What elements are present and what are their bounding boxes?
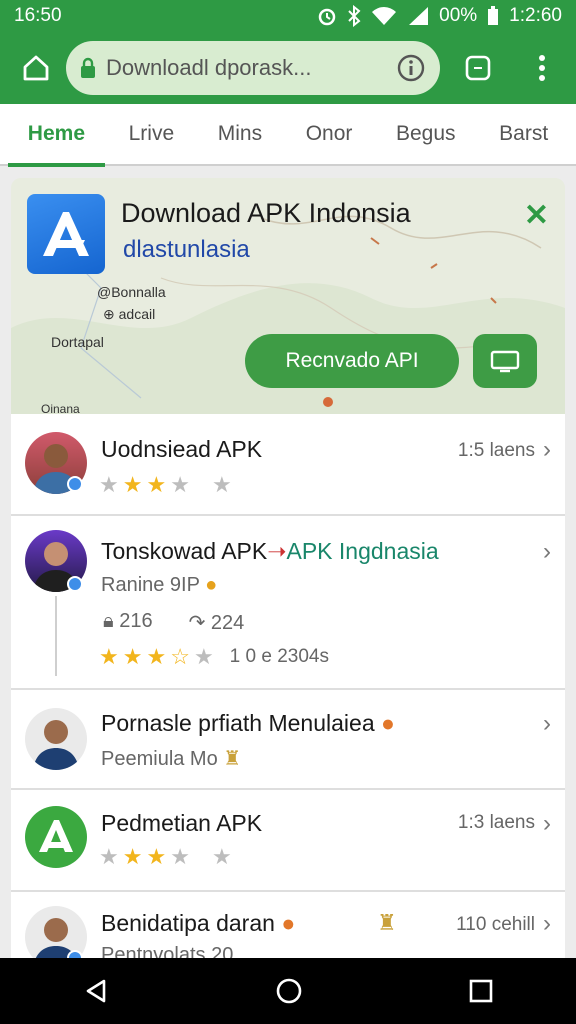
primary-action-button[interactable]: Recnvado API bbox=[245, 334, 459, 388]
close-icon[interactable]: ✕ bbox=[524, 198, 549, 233]
back-icon[interactable] bbox=[82, 977, 110, 1005]
item-stats: 🔒︎ 216 ↷ 224 bbox=[103, 610, 244, 635]
map-label-text: adcail bbox=[118, 306, 156, 322]
chevron-right-icon: › bbox=[543, 538, 551, 565]
arrow-icon: ➝ bbox=[267, 538, 287, 564]
tab-3[interactable]: Onor bbox=[300, 108, 359, 160]
map-label: Dortapal bbox=[51, 334, 104, 350]
item-meta: 110 cehill bbox=[456, 914, 535, 935]
tab-5[interactable]: Barst bbox=[493, 108, 554, 160]
app-icon bbox=[25, 806, 87, 868]
tab-2[interactable]: Mins bbox=[212, 108, 268, 160]
item-title: Uodnsiead APK bbox=[101, 436, 263, 462]
rating-text: 1 0 e 2304s bbox=[229, 646, 329, 667]
item-title: Pedmetian APK bbox=[101, 810, 263, 836]
tab-0[interactable]: Heme bbox=[7, 108, 106, 167]
list-item[interactable]: Tonskowad APK➝APK Ingdnasia Ranine 9IP ●… bbox=[11, 516, 565, 690]
item-meta: 1:5 laens bbox=[457, 440, 535, 461]
app-logo-icon bbox=[27, 194, 105, 274]
url-text: Downloadl dporask... bbox=[106, 55, 312, 80]
card-subtitle[interactable]: dlastunlasia bbox=[123, 236, 250, 264]
map-label: @Bonnalla bbox=[97, 284, 166, 300]
card-title: Download APK Indonsia bbox=[121, 198, 411, 228]
item-subtitle: Ranine 9IP ● bbox=[101, 574, 217, 597]
list-item[interactable]: Pedmetian APK ★ ★ ★ ★ ★ 1:3 laens › bbox=[11, 790, 565, 892]
stat-downloads: 🔒︎ 216 bbox=[103, 610, 153, 635]
bluetooth-icon bbox=[348, 5, 361, 27]
verified-badge-icon bbox=[67, 576, 83, 592]
emoji-icon: ● bbox=[381, 710, 395, 736]
emoji-icon: ● bbox=[205, 574, 218, 596]
share-icon: ↷ bbox=[188, 612, 211, 634]
url-field[interactable]: Downloadl dporask... bbox=[66, 41, 440, 95]
signal-icon bbox=[409, 7, 429, 25]
stat-shares: ↷ 224 bbox=[189, 610, 245, 635]
list-item[interactable]: Pornasle prfiath Menulaiea ● Peemiula Mo… bbox=[11, 690, 565, 790]
status-bar: 16:50 00% 1:2:60 bbox=[0, 0, 576, 32]
app-list: Uodnsiead APK ★ ★ ★ ★ ★ 1:5 laens › Tonskowa… bbox=[11, 414, 565, 958]
item-title-main: Tonskowad APK bbox=[101, 538, 268, 564]
cast-button[interactable] bbox=[473, 334, 537, 388]
trophy-icon: ♜ bbox=[223, 748, 242, 770]
item-title-accent: APK Ingdnasia bbox=[286, 538, 439, 564]
chevron-right-icon: › bbox=[543, 910, 551, 937]
alarm-icon bbox=[318, 8, 336, 26]
item-subtitle: Pentnvolats 20 bbox=[101, 944, 234, 958]
item-subtitle-text: Peemiula Mo bbox=[101, 748, 218, 770]
item-title-text: Pornasle prfiath Menulaiea bbox=[101, 710, 375, 736]
browser-toolbar: Downloadl dporask... bbox=[0, 32, 576, 104]
tab-1[interactable]: Lrive bbox=[123, 108, 181, 160]
tab-bar: Heme Lrive Mins Onor Begus Barst bbox=[0, 104, 576, 167]
chevron-right-icon: › bbox=[543, 436, 551, 463]
item-title: Tonskowad APK➝APK Ingdnasia bbox=[101, 538, 439, 565]
stat-shares-value: 224 bbox=[210, 612, 245, 634]
home-icon[interactable] bbox=[10, 42, 62, 94]
status-time: 16:50 bbox=[14, 5, 62, 26]
item-subtitle: Peemiula Mo ♜ bbox=[101, 746, 241, 771]
emoji-icon: ● bbox=[281, 910, 296, 936]
rating-stars: ★ ★ ★ ★ ★ bbox=[99, 472, 232, 497]
bag-icon: 🔒︎ bbox=[103, 610, 120, 632]
avatar bbox=[25, 708, 87, 770]
featured-app-card: Download APK Indonsia dlastunlasia ✕ @Bo… bbox=[11, 178, 565, 414]
item-title-text: Benidatipa daran bbox=[101, 910, 275, 936]
status-clock: 1:2:60 bbox=[509, 5, 562, 26]
wifi-icon bbox=[372, 7, 397, 25]
screen-icon bbox=[490, 350, 520, 373]
chevron-right-icon: › bbox=[543, 710, 551, 737]
list-item[interactable]: Uodnsiead APK ★ ★ ★ ★ ★ 1:5 laens › bbox=[11, 414, 565, 516]
verified-badge-icon bbox=[67, 476, 83, 492]
pin-icon: ⊕ bbox=[103, 306, 119, 322]
item-meta: 1:3 laens bbox=[457, 812, 535, 833]
trophy-icon: ♜ bbox=[377, 910, 397, 935]
map-label: ⊕ adcail bbox=[103, 306, 155, 323]
system-nav-bar bbox=[0, 958, 576, 1024]
home-nav-icon[interactable] bbox=[275, 977, 303, 1005]
rating-stars: ★ ★ ★ ★ ★ bbox=[99, 844, 232, 869]
item-subtitle-text: Ranine 9IP bbox=[101, 574, 200, 596]
chevron-right-icon: › bbox=[543, 810, 551, 837]
lock-icon bbox=[81, 57, 95, 78]
tab-4[interactable]: Begus bbox=[390, 108, 462, 160]
battery-percent: 00% bbox=[439, 5, 478, 26]
map-label: Oinana bbox=[41, 402, 80, 414]
recents-icon[interactable] bbox=[468, 978, 494, 1004]
tabs-icon[interactable] bbox=[452, 42, 504, 94]
item-title: Pornasle prfiath Menulaiea ● bbox=[101, 710, 395, 737]
overflow-menu-icon[interactable] bbox=[516, 42, 568, 94]
rating-stars: ★ ★ ★ ☆ ★ 1 0 e 2304s bbox=[99, 644, 329, 669]
battery-icon bbox=[488, 6, 499, 25]
stat-downloads-value: 216 bbox=[119, 610, 153, 632]
item-title: Benidatipa daran ● bbox=[101, 910, 295, 937]
list-item[interactable]: Benidatipa daran ● ♜ Pentnvolats 20 110 … bbox=[11, 892, 565, 958]
info-icon[interactable] bbox=[396, 53, 426, 83]
thread-line bbox=[55, 596, 57, 676]
